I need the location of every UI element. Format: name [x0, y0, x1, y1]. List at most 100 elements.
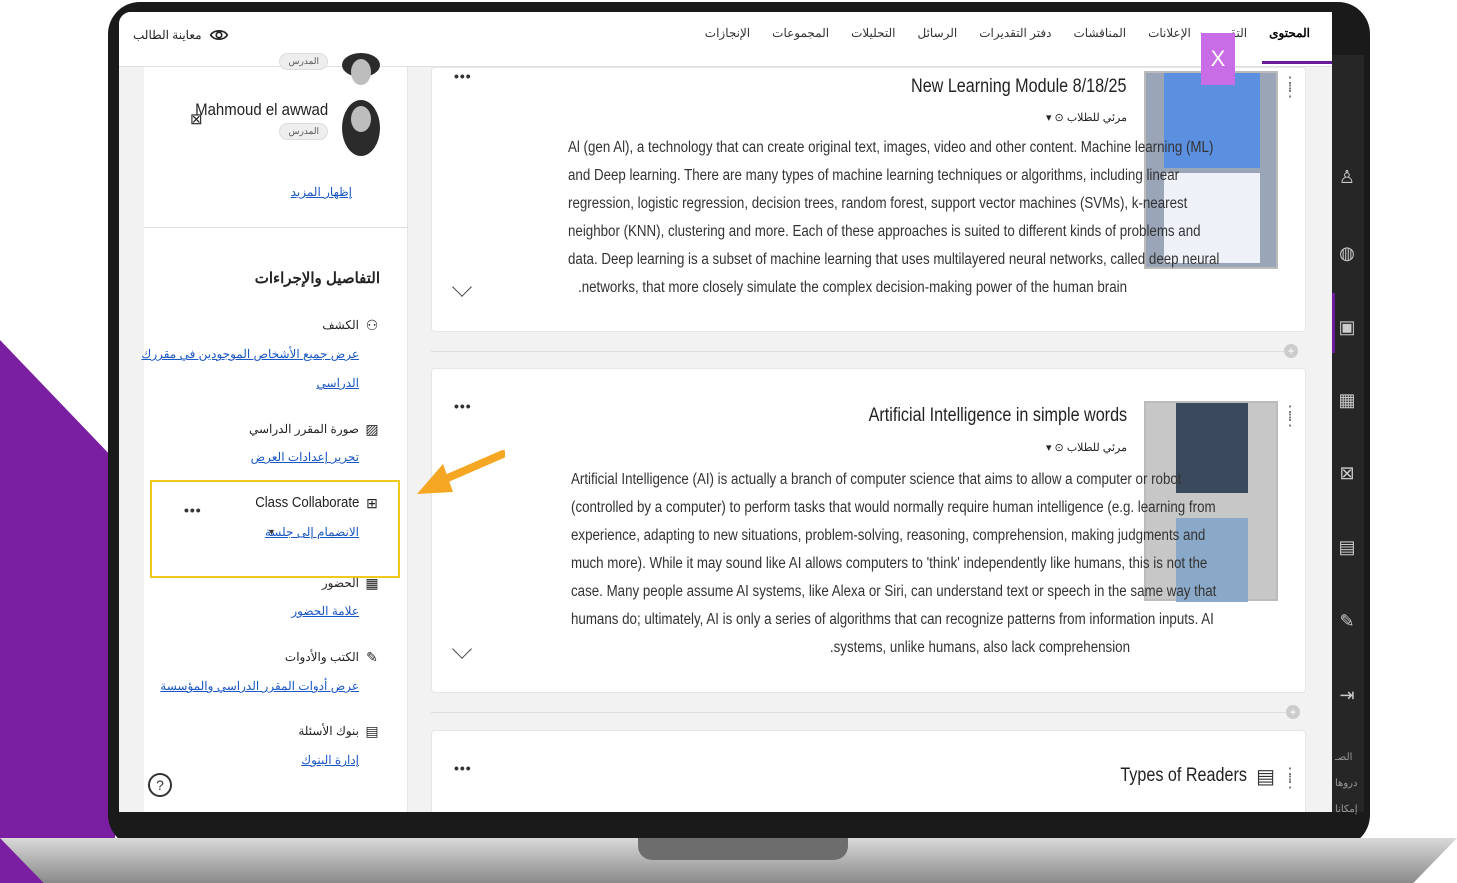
content-item-ai[interactable]: ••• ⋮⋮ Artificial Intelligence in simple…: [431, 368, 1306, 693]
description-line: much more). While it may sound like AI a…: [571, 555, 1208, 572]
role-badge: المدرس: [279, 53, 328, 70]
description-line: case. Many people assume AI systems, lik…: [571, 583, 1217, 600]
tab-content[interactable]: المحتوى: [1269, 26, 1310, 40]
preview-label: معاينة الطالب: [133, 28, 202, 42]
courses-icon[interactable]: ▣: [1336, 317, 1358, 339]
help-icon[interactable]: ?: [148, 773, 172, 797]
question-banks-link[interactable]: إدارة البنوك: [301, 753, 359, 767]
tab-groups[interactable]: المجموعات: [772, 26, 829, 40]
globe-icon[interactable]: ◍: [1336, 243, 1358, 265]
item-more-button[interactable]: •••: [454, 68, 472, 84]
divider: [144, 227, 408, 228]
description-line: (controlled by a computer) to perform ta…: [571, 499, 1216, 516]
mail-icon[interactable]: ⊠: [190, 110, 203, 128]
collaborate-icon: ⊞: [366, 495, 378, 511]
chevron-down-icon[interactable]: [452, 639, 472, 659]
item-more-button[interactable]: •••: [454, 760, 472, 776]
tab-discussions[interactable]: المناقشات: [1073, 26, 1126, 40]
close-button[interactable]: X: [1201, 33, 1235, 85]
drag-handle-icon[interactable]: ⋮⋮: [1282, 405, 1298, 429]
item-title[interactable]: New Learning Module 8/18/25: [912, 76, 1127, 98]
roster-link[interactable]: عرض جميع الأشخاص الموجودين في مقررك: [141, 347, 359, 361]
books-tools-label: الكتب والأدوات: [284, 650, 359, 664]
avatar[interactable]: [342, 100, 380, 156]
global-nav-rail: ♙ ◍ ▣ ▦ ⊠ ▤ ✎ ⇥ الصـ دروها إمكانا: [1332, 55, 1364, 815]
role-badge: المدرس: [279, 123, 328, 140]
drag-handle-icon[interactable]: ⋮⋮: [1282, 767, 1298, 791]
active-nav-indicator: [1332, 293, 1335, 353]
eye-refresh-icon: [209, 30, 228, 40]
drag-handle-icon[interactable]: ⋮⋮: [1282, 76, 1298, 100]
join-session-link[interactable]: الانضمام إلى جلسة: [265, 525, 359, 539]
edit-icon[interactable]: ✎: [1336, 611, 1358, 633]
rail-label: الصـ: [1335, 752, 1353, 763]
roster-label: الكشف: [322, 318, 359, 332]
rail-label: إمكانا: [1335, 804, 1358, 815]
item-title[interactable]: Artificial Intelligence in simple words: [868, 405, 1127, 427]
item-description: Al (gen Al), a technology that can creat…: [477, 134, 1220, 302]
description-line: humans do; ultimately, AI is only a seri…: [571, 611, 1214, 628]
description-line: data. Deep learning is a subset of machi…: [568, 251, 1220, 268]
description-line: regression, logistic regression, decisio…: [568, 195, 1188, 212]
image-icon: ▨: [365, 421, 379, 437]
question-banks-label: بنوك الأسئلة: [298, 724, 359, 738]
course-image-link[interactable]: تحرير إعدادات العرض: [251, 450, 359, 464]
chevron-down-icon[interactable]: [452, 277, 472, 297]
logout-icon[interactable]: ⇥: [1336, 685, 1358, 707]
attendance-icon: ▦: [365, 575, 379, 591]
rail-labels: الصـ دروها إمكانا: [1335, 745, 1358, 823]
content-item-readers[interactable]: ••• ⋮⋮ ▤ Types of Readers: [431, 730, 1306, 812]
laptop-notch: [638, 838, 848, 860]
tab-analytics[interactable]: التحليلات: [851, 26, 895, 40]
tab-achievements[interactable]: الإنجازات: [705, 26, 750, 40]
mail-icon[interactable]: ⊠: [1336, 463, 1358, 485]
device-frame: المحتوى التقويم الإعلانات المناقشات دفتر…: [0, 0, 1457, 883]
join-session-caret[interactable]: ▾: [269, 527, 274, 538]
screen: المحتوى التقويم الإعلانات المناقشات دفتر…: [119, 12, 1332, 812]
course-image-label: صورة المقرر الدراسي: [248, 422, 359, 436]
rail-label: دروها: [1335, 778, 1358, 789]
description-line: .systems, unlike humans, also lack compr…: [829, 639, 1130, 656]
description-line: neighbor (KNN), clustering and more. Eac…: [568, 223, 1201, 240]
description-line: Al (gen Al), a technology that can creat…: [568, 139, 1214, 156]
active-tab-underline: [1262, 61, 1332, 64]
visibility-toggle[interactable]: ▾ ⊙ مرئي للطلاب: [1046, 111, 1127, 124]
avatar: [342, 53, 380, 85]
tab-announcements[interactable]: الإعلانات: [1148, 26, 1191, 40]
details-panel: المدرس Mahmoud el awwad المدرس ⊠ إظهار ا…: [141, 53, 408, 812]
visibility-toggle[interactable]: ▾ ⊙ مرئي للطلاب: [1046, 441, 1127, 454]
pointer-arrow: [417, 450, 505, 494]
description-line: Artificial Intelligence (AI) is actually…: [571, 471, 1182, 488]
roster-icon: ⚇: [365, 317, 379, 333]
divider: [431, 351, 1286, 352]
profile-icon[interactable]: ♙: [1336, 167, 1358, 189]
item-title[interactable]: Types of Readers: [1120, 765, 1247, 787]
roster-link-cont[interactable]: الدراسي: [317, 376, 359, 390]
item-description: Artificial Intelligence (AI) is actually…: [480, 466, 1217, 662]
document-icon: ▤: [1256, 766, 1275, 788]
description-line: and Deep learning. There are many types …: [568, 167, 1180, 184]
books-tools-link[interactable]: عرض أدوات المقرر الدراسي والمؤسسة: [160, 679, 359, 693]
calendar-icon[interactable]: ▦: [1336, 390, 1358, 412]
student-preview-button[interactable]: معاينة الطالب: [133, 24, 230, 46]
description-line: experience, adapting to new situations, …: [571, 527, 1206, 544]
grades-icon[interactable]: ▤: [1336, 537, 1358, 559]
attendance-link[interactable]: علامة الحضور: [291, 604, 359, 618]
collaborate-label: Class Collaborate: [254, 494, 359, 511]
wrench-icon: ✎: [366, 649, 378, 665]
show-more-link[interactable]: إظهار المزيد: [291, 185, 352, 199]
collaborate-more-button[interactable]: •••: [184, 502, 202, 518]
instructor-name[interactable]: Mahmoud el awwad: [195, 100, 328, 120]
attendance-label: الحضور: [321, 576, 359, 590]
details-title: التفاصيل والإجراءات: [254, 270, 380, 287]
instructor-card: Mahmoud el awwad المدرس ⊠: [160, 100, 380, 170]
tab-messages[interactable]: الرسائل: [918, 26, 958, 40]
tab-gradebook[interactable]: دفتر التقديرات: [979, 26, 1051, 40]
content-item-module[interactable]: ••• ⋮⋮ New Learning Module 8/18/25 ▾ ⊙ م…: [431, 67, 1306, 332]
add-content-icon[interactable]: +: [1284, 344, 1298, 358]
question-bank-icon: ▤: [365, 723, 379, 739]
divider: [431, 712, 1286, 713]
item-more-button[interactable]: •••: [454, 398, 472, 414]
description-line: .networks, that more closely simulate th…: [577, 279, 1127, 296]
add-content-icon[interactable]: +: [1286, 705, 1300, 719]
